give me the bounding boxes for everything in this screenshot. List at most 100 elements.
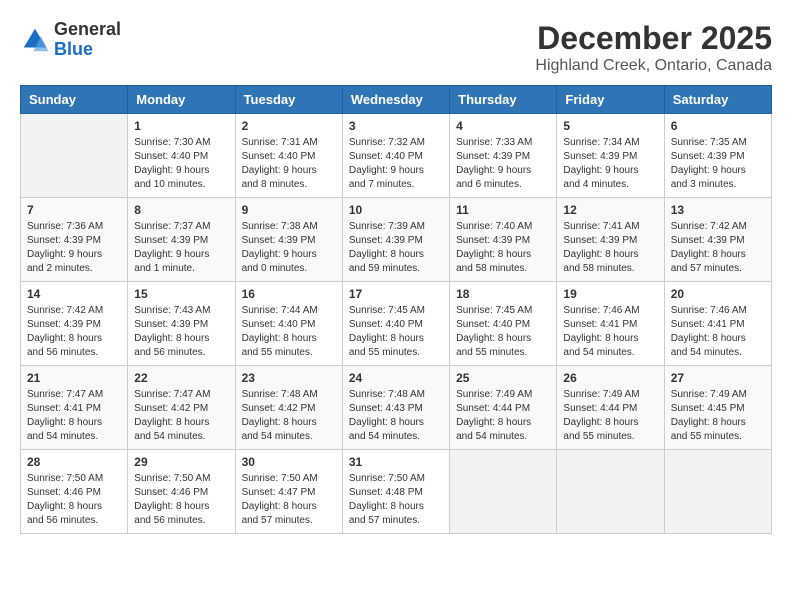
day-number: 17 — [349, 287, 443, 301]
day-detail: Sunrise: 7:42 AMSunset: 4:39 PMDaylight:… — [671, 220, 765, 276]
day-number: 18 — [456, 287, 550, 301]
day-detail: Sunrise: 7:30 AMSunset: 4:40 PMDaylight:… — [134, 136, 228, 192]
day-number: 6 — [671, 119, 765, 133]
calendar-cell: 17 Sunrise: 7:45 AMSunset: 4:40 PMDayligh… — [342, 282, 449, 366]
day-detail: Sunrise: 7:43 AMSunset: 4:39 PMDaylight:… — [134, 304, 228, 360]
day-detail: Sunrise: 7:37 AMSunset: 4:39 PMDaylight:… — [134, 220, 228, 276]
day-number: 8 — [134, 203, 228, 217]
day-detail: Sunrise: 7:33 AMSunset: 4:39 PMDaylight:… — [456, 136, 550, 192]
header-saturday: Saturday — [664, 86, 771, 114]
week-row-4: 21 Sunrise: 7:47 AMSunset: 4:41 PMDayligh… — [21, 366, 772, 450]
calendar-cell: 21 Sunrise: 7:47 AMSunset: 4:41 PMDayligh… — [21, 366, 128, 450]
day-detail: Sunrise: 7:46 AMSunset: 4:41 PMDaylight:… — [671, 304, 765, 360]
calendar-cell: 24 Sunrise: 7:48 AMSunset: 4:43 PMDayligh… — [342, 366, 449, 450]
day-number: 30 — [242, 455, 336, 469]
calendar-cell: 11 Sunrise: 7:40 AMSunset: 4:39 PMDayligh… — [450, 198, 557, 282]
week-row-5: 28 Sunrise: 7:50 AMSunset: 4:46 PMDayligh… — [21, 450, 772, 534]
day-detail: Sunrise: 7:45 AMSunset: 4:40 PMDaylight:… — [456, 304, 550, 360]
day-detail: Sunrise: 7:49 AMSunset: 4:44 PMDaylight:… — [563, 388, 657, 444]
calendar-cell: 26Sunrise: 7:49 AMSunset: 4:44 PMDayligh… — [557, 366, 664, 450]
header-sunday: Sunday — [21, 86, 128, 114]
calendar-cell: 31Sunrise: 7:50 AMSunset: 4:48 PMDayligh… — [342, 450, 449, 534]
calendar-cell: 5 Sunrise: 7:34 AMSunset: 4:39 PMDaylight… — [557, 114, 664, 198]
day-number: 4 — [456, 119, 550, 133]
calendar-cell: 25 Sunrise: 7:49 AMSunset: 4:44 PMDayligh… — [450, 366, 557, 450]
day-number: 2 — [242, 119, 336, 133]
day-number: 27 — [671, 371, 765, 385]
day-number: 23 — [242, 371, 336, 385]
calendar-cell: 19Sunrise: 7:46 AMSunset: 4:41 PMDayligh… — [557, 282, 664, 366]
calendar-cell: 20 Sunrise: 7:46 AMSunset: 4:41 PMDayligh… — [664, 282, 771, 366]
calendar-cell: 8 Sunrise: 7:37 AMSunset: 4:39 PMDaylight… — [128, 198, 235, 282]
day-number: 7 — [27, 203, 121, 217]
day-detail: Sunrise: 7:44 AMSunset: 4:40 PMDaylight:… — [242, 304, 336, 360]
day-number: 5 — [563, 119, 657, 133]
header-wednesday: Wednesday — [342, 86, 449, 114]
day-detail: Sunrise: 7:47 AMSunset: 4:41 PMDaylight:… — [27, 388, 121, 444]
logo-general: General — [54, 20, 121, 40]
day-detail: Sunrise: 7:47 AMSunset: 4:42 PMDaylight:… — [134, 388, 228, 444]
day-number: 20 — [671, 287, 765, 301]
day-number: 24 — [349, 371, 443, 385]
week-row-2: 7 Sunrise: 7:36 AMSunset: 4:39 PMDaylight… — [21, 198, 772, 282]
day-number: 12 — [563, 203, 657, 217]
day-detail: Sunrise: 7:48 AMSunset: 4:43 PMDaylight:… — [349, 388, 443, 444]
calendar-title: December 2025 — [535, 20, 772, 57]
day-detail: Sunrise: 7:45 AMSunset: 4:40 PMDaylight:… — [349, 304, 443, 360]
day-detail: Sunrise: 7:50 AMSunset: 4:46 PMDaylight:… — [134, 472, 228, 528]
day-detail: Sunrise: 7:49 AMSunset: 4:45 PMDaylight:… — [671, 388, 765, 444]
calendar-cell — [664, 450, 771, 534]
calendar-cell: 29 Sunrise: 7:50 AMSunset: 4:46 PMDayligh… — [128, 450, 235, 534]
day-detail: Sunrise: 7:40 AMSunset: 4:39 PMDaylight:… — [456, 220, 550, 276]
day-number: 3 — [349, 119, 443, 133]
day-number: 15 — [134, 287, 228, 301]
calendar-cell: 28 Sunrise: 7:50 AMSunset: 4:46 PMDayligh… — [21, 450, 128, 534]
day-number: 25 — [456, 371, 550, 385]
day-number: 10 — [349, 203, 443, 217]
calendar-cell: 4 Sunrise: 7:33 AMSunset: 4:39 PMDaylight… — [450, 114, 557, 198]
day-detail: Sunrise: 7:50 AMSunset: 4:46 PMDaylight:… — [27, 472, 121, 528]
calendar-cell: 9Sunrise: 7:38 AMSunset: 4:39 PMDaylight… — [235, 198, 342, 282]
calendar-cell: 12Sunrise: 7:41 AMSunset: 4:39 PMDayligh… — [557, 198, 664, 282]
day-number: 28 — [27, 455, 121, 469]
calendar-cell: 15 Sunrise: 7:43 AMSunset: 4:39 PMDayligh… — [128, 282, 235, 366]
logo-text: General Blue — [54, 20, 121, 60]
day-number: 21 — [27, 371, 121, 385]
calendar-cell: 7 Sunrise: 7:36 AMSunset: 4:39 PMDaylight… — [21, 198, 128, 282]
header-monday: Monday — [128, 86, 235, 114]
logo-icon — [20, 25, 50, 55]
day-detail: Sunrise: 7:32 AMSunset: 4:40 PMDaylight:… — [349, 136, 443, 192]
day-detail: Sunrise: 7:50 AMSunset: 4:47 PMDaylight:… — [242, 472, 336, 528]
day-number: 16 — [242, 287, 336, 301]
title-block: December 2025 Highland Creek, Ontario, C… — [535, 20, 772, 75]
calendar-cell: 3 Sunrise: 7:32 AMSunset: 4:40 PMDaylight… — [342, 114, 449, 198]
calendar-header: SundayMondayTuesdayWednesdayThursdayFrid… — [21, 86, 772, 114]
day-detail: Sunrise: 7:35 AMSunset: 4:39 PMDaylight:… — [671, 136, 765, 192]
day-detail: Sunrise: 7:49 AMSunset: 4:44 PMDaylight:… — [456, 388, 550, 444]
logo: General Blue — [20, 20, 121, 60]
week-row-3: 14Sunrise: 7:42 AMSunset: 4:39 PMDayligh… — [21, 282, 772, 366]
calendar-cell: 16 Sunrise: 7:44 AMSunset: 4:40 PMDayligh… — [235, 282, 342, 366]
logo-blue: Blue — [54, 40, 121, 60]
header-friday: Friday — [557, 86, 664, 114]
day-number: 14 — [27, 287, 121, 301]
page-header: General Blue December 2025 Highland Cree… — [20, 20, 772, 75]
calendar-body: 1Sunrise: 7:30 AMSunset: 4:40 PMDaylight… — [21, 114, 772, 534]
day-detail: Sunrise: 7:46 AMSunset: 4:41 PMDaylight:… — [563, 304, 657, 360]
day-detail: Sunrise: 7:39 AMSunset: 4:39 PMDaylight:… — [349, 220, 443, 276]
day-number: 22 — [134, 371, 228, 385]
day-number: 29 — [134, 455, 228, 469]
calendar-cell — [450, 450, 557, 534]
calendar-cell: 10 Sunrise: 7:39 AMSunset: 4:39 PMDayligh… — [342, 198, 449, 282]
day-detail: Sunrise: 7:48 AMSunset: 4:42 PMDaylight:… — [242, 388, 336, 444]
calendar-table: SundayMondayTuesdayWednesdayThursdayFrid… — [20, 85, 772, 534]
calendar-cell: 22 Sunrise: 7:47 AMSunset: 4:42 PMDayligh… — [128, 366, 235, 450]
calendar-cell — [557, 450, 664, 534]
calendar-cell: 23 Sunrise: 7:48 AMSunset: 4:42 PMDayligh… — [235, 366, 342, 450]
calendar-cell: 2Sunrise: 7:31 AMSunset: 4:40 PMDaylight… — [235, 114, 342, 198]
day-detail: Sunrise: 7:36 AMSunset: 4:39 PMDaylight:… — [27, 220, 121, 276]
day-number: 11 — [456, 203, 550, 217]
header-row: SundayMondayTuesdayWednesdayThursdayFrid… — [21, 86, 772, 114]
calendar-cell — [21, 114, 128, 198]
day-detail: Sunrise: 7:34 AMSunset: 4:39 PMDaylight:… — [563, 136, 657, 192]
